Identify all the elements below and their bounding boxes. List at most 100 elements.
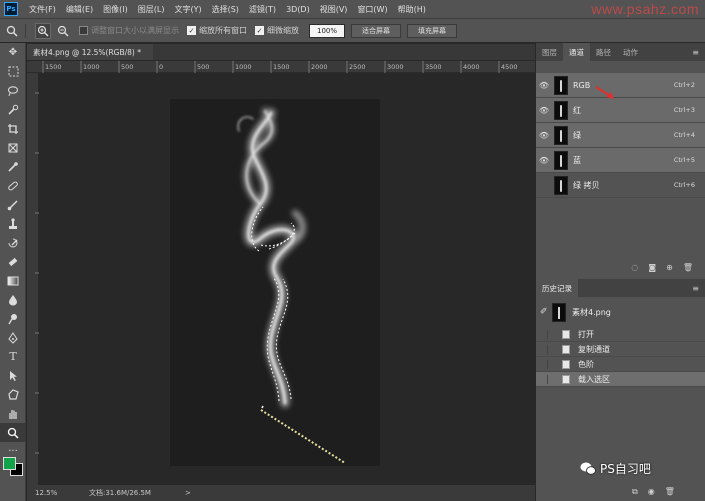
history-label: 载入选区 <box>578 374 610 384</box>
scrubby-zoom-checkbox[interactable]: ✓ 细微缩放 <box>255 25 299 36</box>
clone-stamp-tool-icon[interactable] <box>0 214 26 233</box>
tab-actions[interactable]: 动作 <box>617 43 644 61</box>
ruler-ticks <box>35 92 39 454</box>
fit-screen-button[interactable]: 适合屏幕 <box>351 23 401 38</box>
path-selection-tool-icon[interactable] <box>0 366 26 385</box>
brush-tool-icon[interactable] <box>0 195 26 214</box>
blur-tool-icon[interactable] <box>0 290 26 309</box>
channel-row-green-copy[interactable]: 绿 拷贝 Ctrl+6 <box>536 173 705 198</box>
zoom-out-icon[interactable] <box>55 23 71 39</box>
zoom-tool-icon[interactable] <box>4 23 20 39</box>
channel-thumbnail <box>554 150 568 170</box>
ruler-label: 2500 <box>349 63 366 71</box>
history-item-load-selection[interactable]: 载入选区 <box>536 372 705 387</box>
menu-file[interactable]: 文件(F) <box>24 4 61 15</box>
menu-edit[interactable]: 编辑(E) <box>61 4 98 15</box>
delete-channel-icon[interactable]: 🗑 <box>683 263 693 272</box>
eye-icon[interactable]: 👁 <box>536 156 552 165</box>
ruler-label: 4500 <box>501 63 518 71</box>
history-slot <box>540 344 548 354</box>
snapshot-thumbnail <box>552 302 566 322</box>
menu-filter[interactable]: 滤镜(T) <box>244 4 281 15</box>
tab-layers[interactable]: 图层 <box>536 43 563 61</box>
eraser-tool-icon[interactable] <box>0 252 26 271</box>
ruler-label: 3000 <box>387 63 404 71</box>
history-item-levels[interactable]: 色阶 <box>536 357 705 372</box>
menu-select[interactable]: 选择(S) <box>207 4 244 15</box>
menu-view[interactable]: 视图(V) <box>315 4 353 15</box>
divider <box>25 23 26 38</box>
foreground-color-swatch[interactable] <box>3 457 16 470</box>
status-zoom[interactable]: 12.5% <box>35 489 75 497</box>
lasso-tool-icon[interactable] <box>0 81 26 100</box>
ruler-label: 0 <box>159 63 163 71</box>
history-list: 打开 复制通道 色阶 载入选区 <box>536 327 705 387</box>
horizontal-ruler: 1500 1000 500 0 500 1000 1500 2000 2500 3000 3500 4… <box>27 61 535 73</box>
resize-windows-checkbox[interactable]: 调整窗口大小以满屏显示 <box>79 25 179 36</box>
ruler-label: 1500 <box>273 63 290 71</box>
marquee-tool-icon[interactable] <box>0 62 26 81</box>
history-panel-header: 历史记录 ≡ <box>536 279 705 297</box>
history-panel-buttons: ⧉ ◉ 🗑 <box>632 487 675 497</box>
menu-layer[interactable]: 图层(L) <box>133 4 170 15</box>
history-brush-tool-icon[interactable] <box>0 233 26 252</box>
menu-window[interactable]: 窗口(W) <box>352 4 392 15</box>
menu-image[interactable]: 图像(I) <box>98 4 133 15</box>
status-menu-arrow[interactable]: > <box>185 489 191 497</box>
history-brush-source-icon[interactable]: ✐ <box>540 307 550 317</box>
document-icon <box>562 374 570 384</box>
history-menu-icon[interactable]: ≡ <box>692 284 699 293</box>
fill-screen-button[interactable]: 填充屏幕 <box>407 23 457 38</box>
ruler-label: 1000 <box>83 63 100 71</box>
document-icon <box>562 344 570 354</box>
channel-row-green[interactable]: 👁 绿 Ctrl+4 <box>536 123 705 148</box>
pen-tool-icon[interactable] <box>0 328 26 347</box>
wechat-label: PS自习吧 <box>600 462 651 476</box>
frame-tool-icon[interactable] <box>0 138 26 157</box>
menu-bar: Ps 文件(F) 编辑(E) 图像(I) 图层(L) 文字(Y) 选择(S) 滤… <box>0 0 705 18</box>
tab-paths[interactable]: 路径 <box>590 43 617 61</box>
document-tab[interactable]: 素材4.png @ 12.5%(RGB/8) * <box>27 44 153 60</box>
zoom-value-field[interactable]: 100% <box>309 23 345 38</box>
hand-tool-icon[interactable] <box>0 404 26 423</box>
channel-shortcut: Ctrl+5 <box>673 156 695 164</box>
zoom-in-icon[interactable] <box>35 22 51 39</box>
load-selection-icon[interactable]: ◌ <box>631 263 638 272</box>
history-snapshot[interactable]: ✐ 素材4.png <box>536 301 705 323</box>
shape-tool-icon[interactable] <box>0 385 26 404</box>
save-selection-icon[interactable]: ◙ <box>648 263 656 272</box>
color-swatches[interactable] <box>3 453 25 476</box>
history-label: 复制通道 <box>578 344 610 354</box>
document-icon <box>562 359 570 369</box>
canvas-area[interactable] <box>39 73 535 485</box>
eye-icon[interactable]: 👁 <box>536 106 552 115</box>
tab-history[interactable]: 历史记录 <box>536 279 578 297</box>
quick-select-tool-icon[interactable] <box>0 100 26 119</box>
new-document-from-state-icon[interactable]: ⧉ <box>632 487 638 497</box>
panel-menu-icon[interactable]: ≡ <box>692 43 699 61</box>
new-channel-icon[interactable]: ⊕ <box>666 263 673 272</box>
move-tool-icon[interactable]: ✥ <box>0 43 26 62</box>
delete-state-icon[interactable]: 🗑 <box>665 487 675 497</box>
new-snapshot-icon[interactable]: ◉ <box>648 487 655 497</box>
history-item-duplicate-channel[interactable]: 复制通道 <box>536 342 705 357</box>
channel-row-blue[interactable]: 👁 蓝 Ctrl+5 <box>536 148 705 173</box>
gradient-tool-icon[interactable] <box>0 271 26 290</box>
menu-3d[interactable]: 3D(D) <box>281 5 315 14</box>
crop-tool-icon[interactable] <box>0 119 26 138</box>
healing-brush-tool-icon[interactable] <box>0 176 26 195</box>
history-item-open[interactable]: 打开 <box>536 327 705 342</box>
zoom-all-windows-checkbox[interactable]: ✓ 缩放所有窗口 <box>187 25 247 36</box>
eyedropper-tool-icon[interactable] <box>0 157 26 176</box>
eye-icon[interactable]: 👁 <box>536 131 552 140</box>
eye-icon[interactable]: 👁 <box>536 81 552 90</box>
zoom-tool-icon[interactable] <box>0 423 26 442</box>
menu-help[interactable]: 帮助(H) <box>393 4 431 15</box>
checkmark-icon: ✓ <box>187 26 196 35</box>
ruler-label: 500 <box>197 63 209 71</box>
checkbox-label: 细微缩放 <box>267 26 299 35</box>
type-tool-icon[interactable]: T <box>0 347 26 366</box>
tab-channels[interactable]: 通道 <box>563 43 590 61</box>
dodge-tool-icon[interactable] <box>0 309 26 328</box>
menu-type[interactable]: 文字(Y) <box>169 4 206 15</box>
